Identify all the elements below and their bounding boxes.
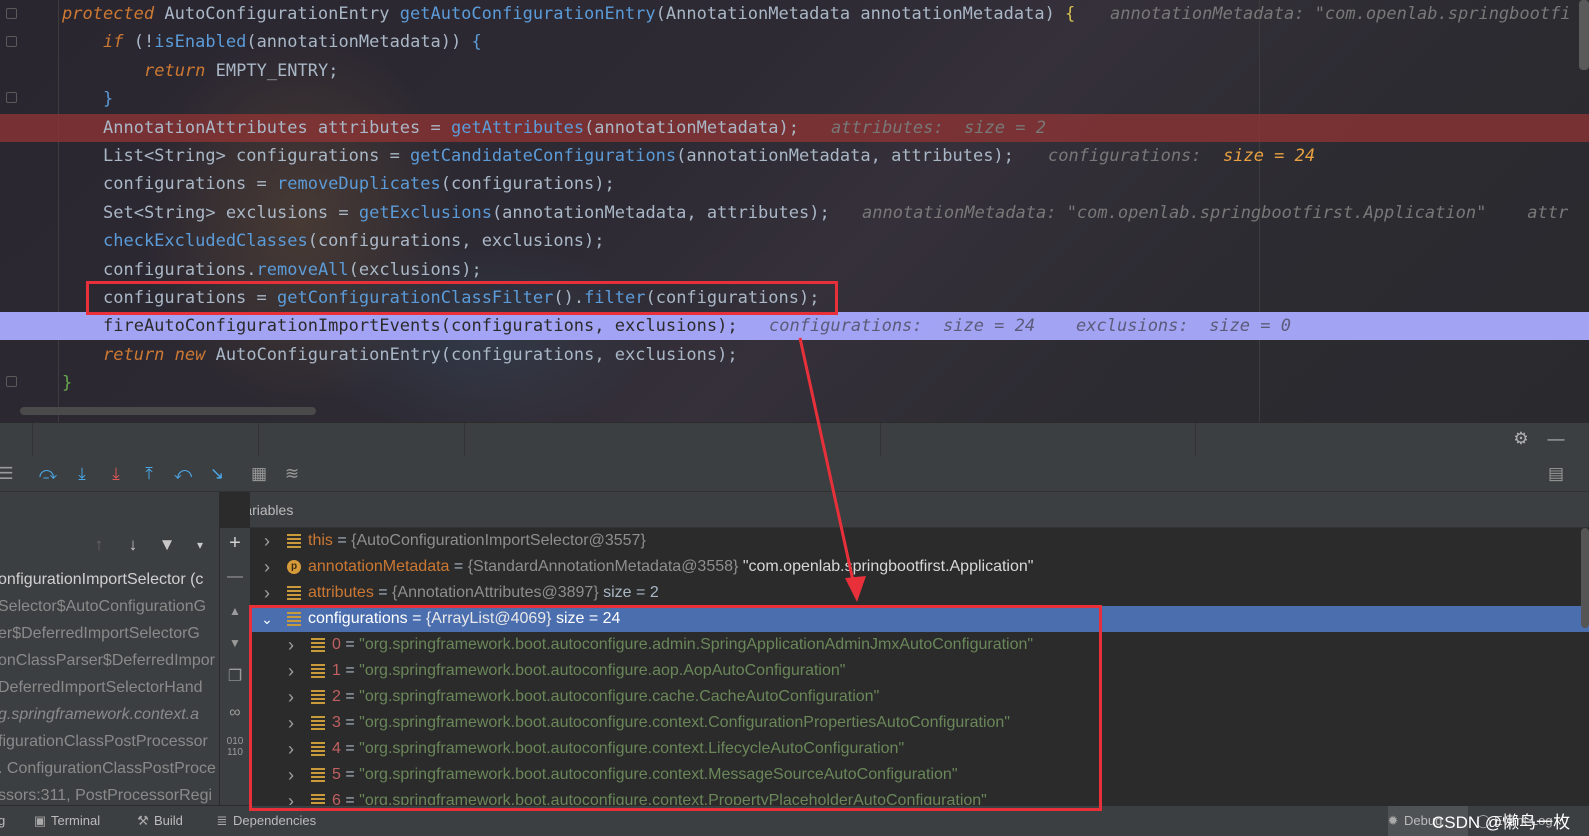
arrow-line: [798, 337, 857, 591]
annotation-arrow: [798, 337, 866, 602]
arrow-head: [845, 576, 866, 602]
